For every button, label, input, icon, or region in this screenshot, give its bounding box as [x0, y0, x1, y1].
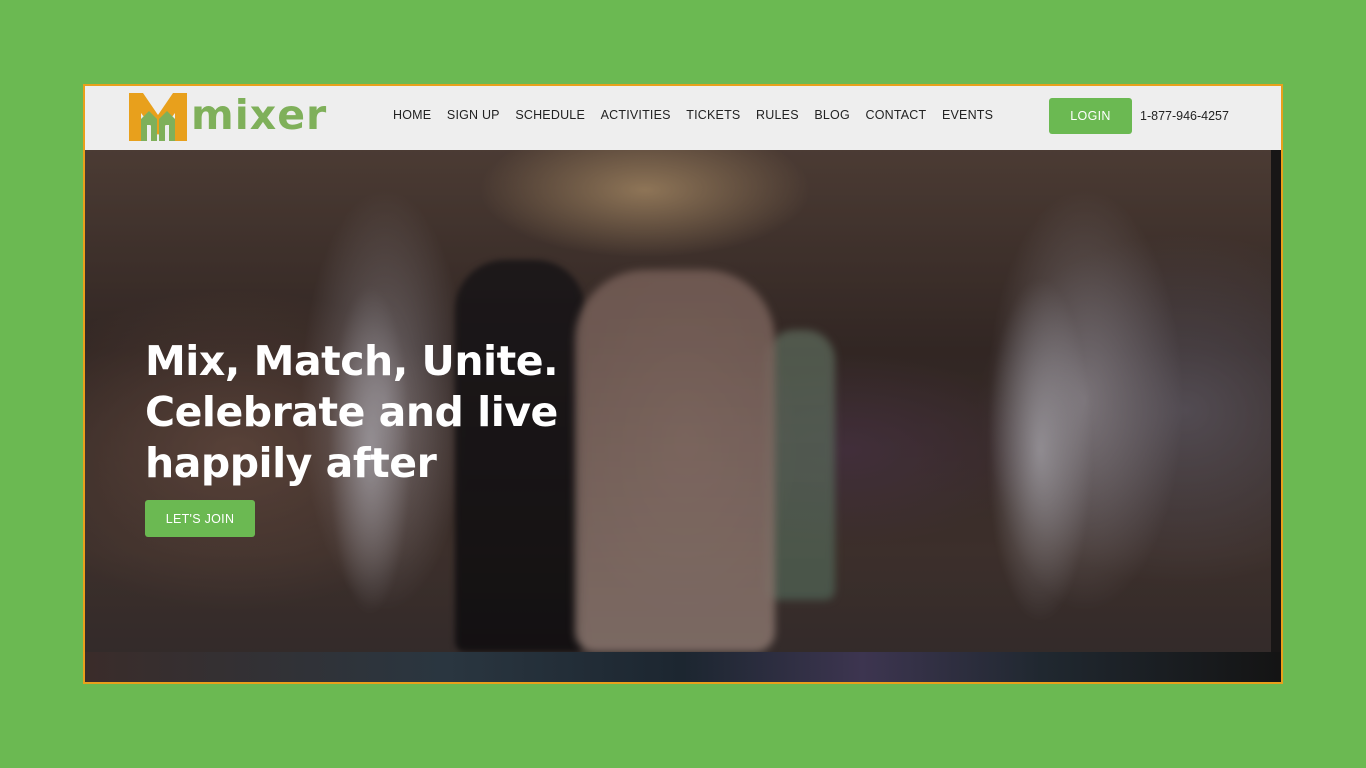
mixer-logo-mark-icon — [129, 93, 187, 141]
phone-number[interactable]: 1-877-946-4257 — [1140, 109, 1229, 123]
lets-join-button[interactable]: LET'S JOIN — [145, 500, 255, 537]
hero-title-line: Mix, Match, Unite. — [145, 337, 559, 385]
hero-section: Mix, Match, Unite. Celebrate and live ha… — [85, 150, 1281, 652]
nav-item-sign-up[interactable]: SIGN UP — [447, 108, 500, 122]
nav-item-schedule[interactable]: SCHEDULE — [515, 108, 585, 122]
site-logo[interactable]: mixer — [129, 92, 327, 142]
next-section-preview — [85, 652, 1281, 682]
hero-edge — [1271, 150, 1281, 652]
hero-title-line: Celebrate and live — [145, 388, 558, 436]
nav-item-contact[interactable]: CONTACT — [865, 108, 926, 122]
nav-item-rules[interactable]: RULES — [756, 108, 799, 122]
logo-wordmark: mixer — [191, 90, 328, 139]
main-nav: HOME SIGN UP SCHEDULE ACTIVITIES TICKETS… — [393, 108, 1009, 122]
nav-item-home[interactable]: HOME — [393, 108, 431, 122]
nav-item-blog[interactable]: BLOG — [814, 108, 850, 122]
nav-item-events[interactable]: EVENTS — [942, 108, 993, 122]
hero-title-line: happily after — [145, 439, 437, 487]
login-button[interactable]: LOGIN — [1049, 98, 1132, 134]
hero-title: Mix, Match, Unite. Celebrate and live ha… — [145, 336, 559, 489]
website-frame: mixer HOME SIGN UP SCHEDULE ACTIVITIES T… — [83, 84, 1283, 684]
nav-item-tickets[interactable]: TICKETS — [686, 108, 740, 122]
nav-item-activities[interactable]: ACTIVITIES — [601, 108, 671, 122]
site-header: mixer HOME SIGN UP SCHEDULE ACTIVITIES T… — [85, 86, 1281, 150]
